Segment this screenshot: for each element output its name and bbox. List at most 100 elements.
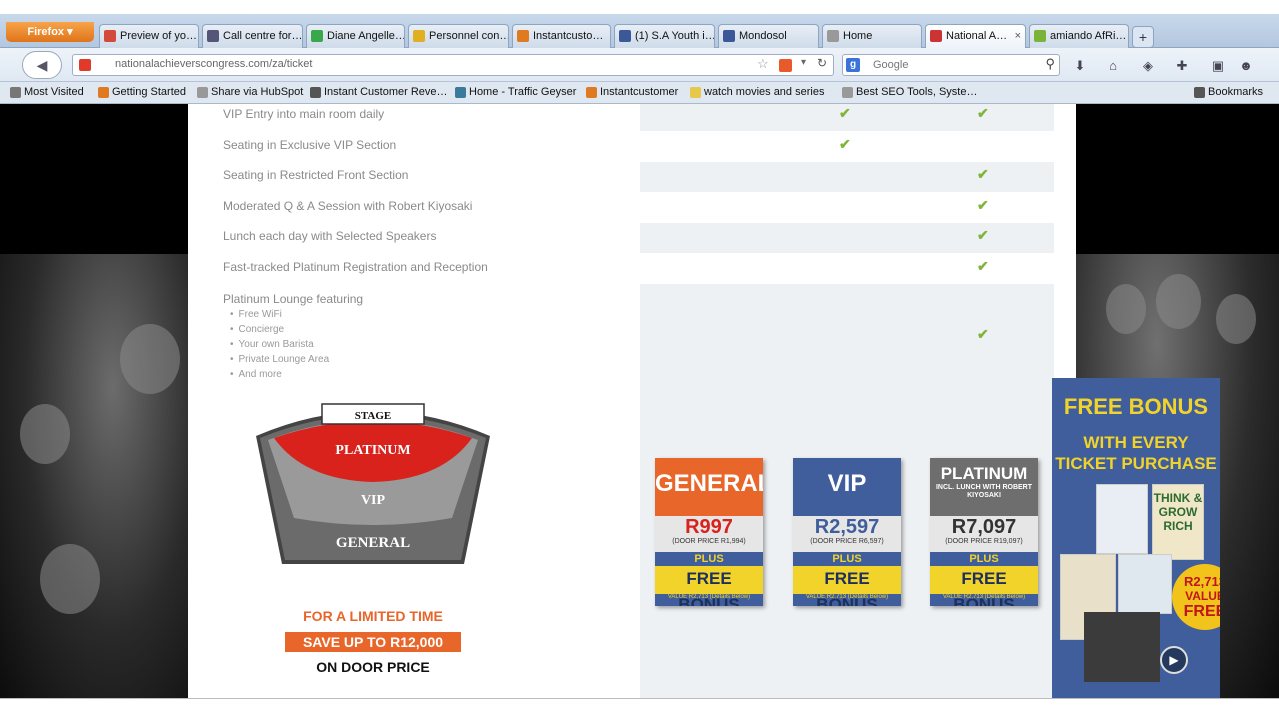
browser-tab[interactable]: Home — [822, 24, 922, 48]
url-dropdown-icon[interactable]: ▾ — [801, 57, 806, 68]
addon-icon[interactable]: ◈ — [1140, 58, 1156, 74]
firefox-menu-button[interactable]: Firefox ▾ — [6, 22, 94, 42]
ticket-vip-card[interactable]: VIP R2,597 (DOOR PRICE R6,597) PLUS FREE BON… — [793, 458, 901, 606]
browser-tab[interactable]: National A… × — [925, 24, 1026, 48]
ticket-price: R997 — [685, 516, 733, 538]
feature-row: Lunch each day with Selected Speakers ✔ — [188, 223, 1054, 253]
reload-icon[interactable]: ↻ — [817, 56, 827, 70]
bookmarks-bar: Most Visited Getting Started Share via Hub… — [0, 82, 1279, 104]
play-icon[interactable]: ▶ — [1160, 646, 1188, 674]
ticket-header: GENERAL — [655, 458, 763, 516]
crowd-face — [1156, 274, 1201, 329]
search-icon[interactable]: ⚲ — [1045, 56, 1055, 72]
screen: Firefox ▾ Preview of yo… Call centre for…… — [0, 0, 1279, 720]
ticket-header: VIP — [793, 458, 901, 516]
ticket-price-box: R2,597 (DOOR PRICE R6,597) — [793, 516, 901, 552]
promo-line-1: FOR A LIMITED TIME — [303, 608, 443, 624]
tab-favicon-icon — [827, 30, 839, 42]
downloads-icon[interactable]: ⬇ — [1072, 58, 1088, 74]
bookmark-item[interactable]: watch movies and series — [690, 86, 824, 98]
ticket-free-bonus: FREE BONUS — [930, 566, 1038, 606]
browser-tab[interactable]: Personnel con… — [408, 24, 509, 48]
addon-icon[interactable] — [779, 59, 792, 72]
badge-label: VALUE — [1185, 589, 1220, 603]
ticket-bonus-value: VALUE R2,713 (Details Below) — [805, 594, 889, 600]
bookmark-item[interactable]: Instantcustomer — [586, 86, 678, 98]
bookmark-item[interactable]: Home - Traffic Geyser — [455, 86, 576, 98]
crowd-face — [20, 404, 70, 464]
browser-tab[interactable]: Mondosol — [718, 24, 819, 48]
bookmark-label: Best SEO Tools, Syste… — [856, 86, 978, 98]
url-bar[interactable]: nationalachieverscongress.com/za/ticket … — [72, 54, 834, 76]
search-bar[interactable]: g Google ⚲ — [842, 54, 1060, 76]
lounge-list-item: And more — [230, 369, 282, 380]
browser-tab[interactable]: amiando AfRi… — [1029, 24, 1129, 48]
browser-tab[interactable]: Diane Angelle… — [306, 24, 405, 48]
bookmark-item[interactable]: Best SEO Tools, Syste… — [842, 86, 977, 98]
ticket-subtitle: INCL. LUNCH WITH ROBERT KIYOSAKI — [935, 484, 1033, 499]
toolbar-extension-icon[interactable]: ✚ — [1174, 58, 1190, 74]
back-button[interactable]: ◀ — [22, 51, 62, 79]
feature-row: Moderated Q & A Session with Robert Kiyo… — [188, 193, 1054, 223]
ticket-door-price: (DOOR PRICE R6,597) — [810, 538, 884, 545]
url-text[interactable]: nationalachieverscongress.com/za/ticket — [115, 58, 312, 70]
bookmark-label: Home - Traffic Geyser — [469, 86, 577, 98]
user-menu-icon[interactable]: ☻ — [1238, 58, 1254, 74]
ticket-price: R7,097 — [951, 516, 1017, 538]
crowd-face — [1216, 294, 1256, 344]
platinum-label: PLATINUM — [335, 443, 410, 458]
crowd-face — [40, 544, 100, 614]
tab-favicon-icon — [723, 30, 735, 42]
browser-tab[interactable]: Preview of yo… — [99, 24, 199, 48]
bookmark-star-icon[interactable]: ☆ — [757, 56, 769, 72]
site-favicon-icon — [79, 59, 91, 71]
tab-label: National A… — [946, 30, 1008, 42]
browser-tab[interactable]: Instantcusto… — [512, 24, 611, 48]
ticket-platinum-card[interactable]: PLATINUM INCL. LUNCH WITH ROBERT KIYOSAKI… — [930, 458, 1038, 606]
vip-check-icon: ✔ — [839, 105, 851, 121]
bookmark-item[interactable]: Getting Started — [98, 86, 186, 98]
feature-label: Seating in Exclusive VIP Section — [223, 138, 397, 152]
search-input[interactable]: Google — [873, 59, 908, 71]
feature-label: Fast-tracked Platinum Registration and R… — [223, 260, 488, 274]
bookmark-item[interactable]: Instant Customer Reve… — [310, 86, 448, 98]
lounge-list-item: Free WiFi — [230, 309, 282, 320]
ticket-free-bonus: FREE BONUS — [793, 566, 901, 606]
vip-check-icon: ✔ — [839, 136, 851, 152]
ticket-name: GENERAL — [655, 470, 763, 497]
bookmark-item[interactable]: Most Visited — [10, 86, 84, 98]
bookmark-item[interactable]: Share via HubSpot — [197, 86, 303, 98]
tab-label: Personnel con… — [429, 30, 509, 42]
tab-favicon-icon — [207, 30, 219, 42]
toolbar-extension-icon[interactable]: ▣ — [1210, 58, 1226, 74]
feature-row: Fast-tracked Platinum Registration and R… — [188, 254, 1054, 284]
row-shade — [640, 223, 1054, 253]
lounge-list-item: Your own Barista — [230, 339, 314, 350]
browser-tab[interactable]: Call centre for… — [202, 24, 303, 48]
ticket-general-card[interactable]: GENERAL R997 (DOOR PRICE R1,994) PLUS FREE B… — [655, 458, 763, 606]
ticket-bonus-value: VALUE R2,713 (Details Below) — [942, 594, 1026, 600]
bookmarks-menu-button[interactable]: Bookmarks — [1194, 86, 1263, 98]
ticket-free-bonus: FREE BONUS — [655, 566, 763, 606]
home-icon[interactable]: ⌂ — [1105, 58, 1121, 74]
feature-label: Seating in Restricted Front Section — [223, 168, 409, 182]
bookmarks-menu-label: Bookmarks — [1208, 86, 1264, 98]
promo-savings-badge: SAVE UP TO R12,000 — [285, 632, 461, 652]
bookmark-favicon-icon — [10, 87, 21, 98]
google-engine-icon[interactable]: g — [846, 58, 860, 72]
bookmark-favicon-icon — [98, 87, 109, 98]
tab-label: Home — [843, 30, 873, 42]
platinum-check-icon: ✔ — [977, 197, 989, 213]
ticket-comparison-panel: VIP Entry into main room daily ✔ ✔ Seating … — [188, 104, 1076, 698]
tab-label: Diane Angelle… — [327, 30, 405, 42]
tab-favicon-icon — [311, 30, 323, 42]
lounge-list-item: Private Lounge Area — [230, 354, 330, 365]
speaker-photo — [1084, 612, 1160, 682]
ticket-plus: PLUS — [694, 553, 724, 565]
bookmarks-icon — [1194, 87, 1205, 98]
tab-close-icon[interactable]: × — [1015, 25, 1021, 47]
crowd-face — [120, 324, 180, 394]
browser-tab[interactable]: (1) S.A Youth i… — [614, 24, 715, 48]
free-bonus-banner[interactable]: FREE BONUS WITH EVERY TICKET PURCHASE TH… — [1052, 378, 1220, 698]
new-tab-button[interactable]: + — [1132, 26, 1154, 48]
